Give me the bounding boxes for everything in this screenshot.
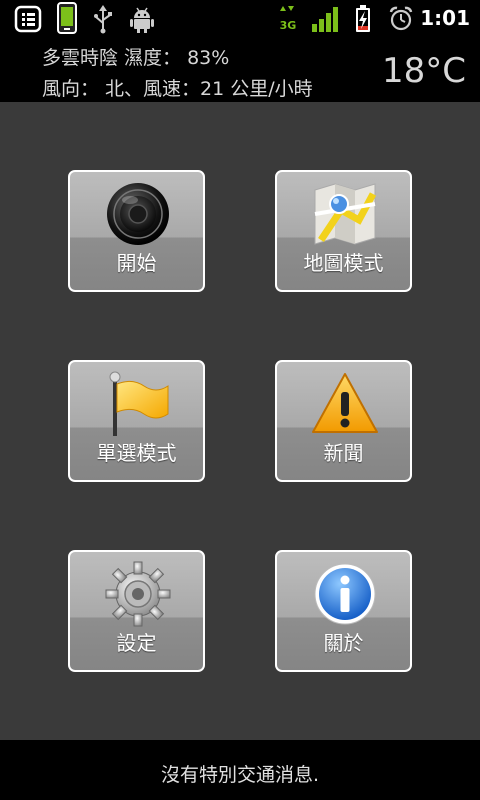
screen: 3G 1:01 多雲時陰 濕度： 83% 風向： 北、風速：21 公里/小時 1…: [0, 0, 480, 800]
notes-icon[interactable]: [14, 4, 42, 34]
network-type-text: 3G: [280, 19, 297, 32]
signal-icon: [312, 7, 338, 32]
android-debug-icon[interactable]: [130, 4, 154, 34]
speaker-icon: [107, 183, 169, 245]
about-button[interactable]: 關於: [275, 550, 412, 672]
phone-screen-icon[interactable]: [55, 2, 79, 36]
map-mode-button[interactable]: 地圖模式: [275, 170, 412, 292]
main-menu: 開始 地圖模式 單選模式 新聞 設定 關於: [0, 102, 480, 740]
traffic-bar: 沒有特別交通消息.: [0, 740, 480, 800]
single-mode-label: 單選模式: [96, 441, 177, 465]
weather-wind: 風向： 北、風速：21 公里/小時: [42, 78, 313, 100]
gear-icon: [105, 561, 171, 627]
warning-icon: [312, 373, 378, 433]
settings-label: 設定: [116, 631, 157, 655]
info-icon: [314, 563, 376, 625]
network-3g-icon: 3G: [280, 6, 297, 32]
traffic-message: 沒有特別交通消息.: [160, 764, 320, 786]
flag-icon: [109, 371, 169, 436]
single-mode-button[interactable]: 單選模式: [68, 360, 205, 482]
about-label: 關於: [323, 631, 364, 655]
alarm-icon: [389, 6, 413, 31]
start-button[interactable]: 開始: [68, 170, 205, 292]
usb-icon[interactable]: [92, 4, 114, 34]
news-label: 新聞: [323, 441, 364, 465]
map-icon: [314, 183, 377, 245]
settings-button[interactable]: 設定: [68, 550, 205, 672]
battery-charging-icon: [356, 5, 370, 32]
clock: 1:01: [420, 6, 470, 30]
weather-condition-humidity: 多雲時陰 濕度： 83%: [42, 47, 230, 69]
news-button[interactable]: 新聞: [275, 360, 412, 482]
weather-panel: 多雲時陰 濕度： 83% 風向： 北、風速：21 公里/小時 18°C: [0, 38, 480, 102]
weather-temperature: 18°C: [381, 51, 466, 91]
map-mode-label: 地圖模式: [303, 251, 384, 275]
start-label: 開始: [116, 251, 157, 275]
status-bar: 3G 1:01: [0, 0, 480, 38]
